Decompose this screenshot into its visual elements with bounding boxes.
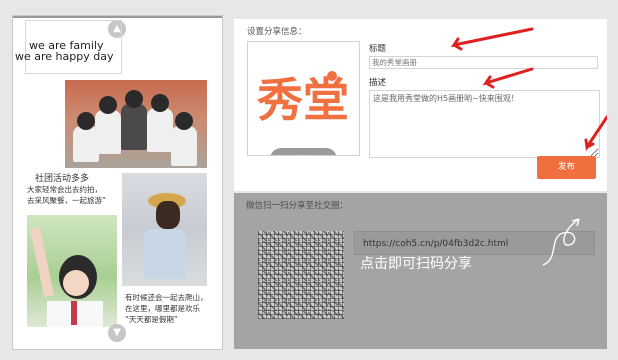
hat-text: 有时候还会一起去爬山， 在这里，哪里都是欢乐 “天天都是假期”: [125, 293, 208, 324]
group-photo: [65, 80, 207, 168]
phone-preview: ▲ we are family we are happy day 社团活动多多 …: [12, 15, 223, 350]
scroll-down-icon[interactable]: ▼: [108, 324, 126, 342]
cover-logo: 秀堂: [256, 71, 349, 125]
title-label: 标题: [369, 44, 387, 54]
club-text: 大家轻常会出去约拍， 去采风聚餐，一起旅游”: [27, 185, 106, 205]
change-cover-button[interactable]: 更换封面: [270, 148, 337, 155]
settings-section-label: 设置分享信息：: [247, 27, 307, 37]
share-panel: 微信扫一扫分享至社交圈： https://coh5.cn/p/04fb3d2c.…: [234, 193, 607, 349]
preview-headline-line2: we are happy day: [15, 50, 114, 63]
description-textarea[interactable]: 这是我用秀堂做的H5画册哟~快来围观！: [369, 90, 600, 158]
arrow-to-title: [450, 27, 534, 51]
preview-top-bar: [13, 16, 222, 18]
hat-photo: [122, 173, 207, 286]
share-section-label: 微信扫一扫分享至社交圈：: [246, 201, 349, 211]
club-title: 社团活动多多: [35, 174, 90, 184]
qr-code: [258, 231, 344, 319]
publish-button[interactable]: 发布: [537, 156, 596, 179]
title-input[interactable]: [369, 56, 598, 69]
arrow-to-description: [482, 67, 534, 89]
scan-hint: 点击即可扫码分享: [360, 256, 472, 272]
svg-text:秀堂: 秀堂: [256, 73, 349, 125]
cover-image-box[interactable]: 秀堂 更换封面: [247, 41, 360, 156]
share-settings-panel: 设置分享信息： 秀堂 更换封面 标题 描述 这是我用秀堂做的H5画册哟~快来围观…: [234, 19, 607, 191]
description-label: 描述: [369, 78, 387, 88]
swirl-arrow-icon: [542, 218, 580, 266]
bubble-photo: [27, 215, 117, 327]
